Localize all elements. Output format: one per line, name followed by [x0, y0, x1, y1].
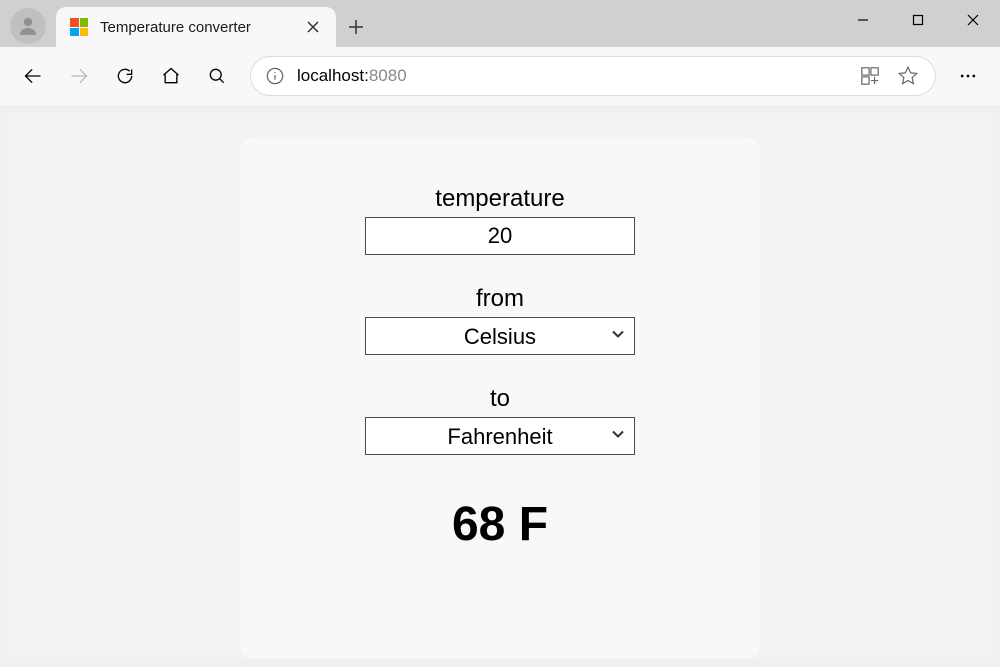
forward-button[interactable] — [58, 55, 100, 97]
window-controls — [835, 0, 1000, 40]
viewport: temperature from Celsius to — [0, 105, 1000, 667]
collections-icon[interactable] — [857, 63, 883, 89]
temperature-label: temperature — [435, 185, 564, 213]
favicon-ms-logo — [70, 18, 88, 36]
url-text: localhost:8080 — [297, 66, 845, 86]
result-text: 68 F — [452, 497, 548, 552]
from-label: from — [476, 285, 524, 313]
from-select[interactable]: Celsius — [365, 317, 635, 355]
tab-active[interactable]: Temperature converter — [56, 7, 336, 47]
tab-title: Temperature converter — [100, 19, 304, 36]
temperature-group: temperature — [365, 185, 635, 255]
site-info-icon[interactable] — [265, 66, 285, 86]
refresh-button[interactable] — [104, 55, 146, 97]
toolbar: localhost:8080 — [0, 47, 1000, 105]
to-select[interactable]: Fahrenheit — [365, 417, 635, 455]
address-bar[interactable]: localhost:8080 — [250, 56, 936, 96]
url-host: localhost: — [297, 66, 369, 85]
more-button[interactable] — [948, 56, 988, 96]
back-button[interactable] — [12, 55, 54, 97]
close-window-button[interactable] — [945, 0, 1000, 40]
new-tab-button[interactable] — [336, 7, 376, 47]
temperature-input[interactable] — [365, 217, 635, 255]
to-label: to — [490, 385, 510, 413]
titlebar: Temperature converter — [0, 0, 1000, 47]
url-port: 8080 — [369, 66, 407, 85]
from-group: from Celsius — [365, 285, 635, 355]
converter-card: temperature from Celsius to — [240, 137, 760, 659]
profile-icon[interactable] — [10, 8, 46, 44]
page-content: temperature from Celsius to — [8, 113, 992, 659]
to-group: to Fahrenheit — [365, 385, 635, 455]
close-tab-button[interactable] — [304, 18, 322, 36]
maximize-button[interactable] — [890, 0, 945, 40]
minimize-button[interactable] — [835, 0, 890, 40]
search-button[interactable] — [196, 55, 238, 97]
home-button[interactable] — [150, 55, 192, 97]
favorite-icon[interactable] — [895, 63, 921, 89]
